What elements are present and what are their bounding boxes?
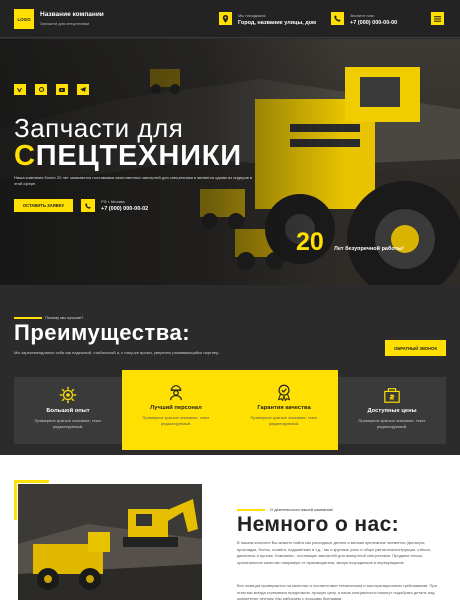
card-text: Примерное краткое описание, текст редакт… xyxy=(34,418,102,429)
card-text: Примерное краткое описание, текст редакт… xyxy=(250,415,318,426)
ok-button[interactable] xyxy=(35,84,47,95)
advantage-card: Доступные цены Примерное краткое описани… xyxy=(338,377,446,444)
ok-icon xyxy=(38,87,44,92)
worker-icon xyxy=(170,385,182,401)
advantages-title: Преимущества: xyxy=(14,320,191,345)
advantages-description: Мы зарекомендовали себя как надежный, ст… xyxy=(14,350,220,355)
card-title: Лучший персонал xyxy=(150,405,202,411)
site-header: LOGO Название компании Запчасти для спец… xyxy=(0,0,460,38)
price-tag-icon xyxy=(384,388,400,403)
phone-icon xyxy=(331,12,344,25)
card-title: Доступные цены xyxy=(367,408,417,414)
vk-button[interactable] xyxy=(14,84,26,95)
about-paragraph: Все позиции проверяются на качество и со… xyxy=(237,583,437,600)
call-city-label: РФ г. Москва xyxy=(101,199,125,204)
card-title: Большой опыт xyxy=(46,408,90,414)
telegram-icon xyxy=(80,87,86,92)
call-phone-icon xyxy=(81,199,95,212)
card-text: Примерное краткое описание, текст редакт… xyxy=(358,418,426,429)
advantage-card: Гарантия качества Примерное краткое опис… xyxy=(230,370,338,450)
leave-request-button[interactable]: ОСТАВИТЬ ЗАЯВКУ xyxy=(14,199,73,212)
logo[interactable]: LOGO xyxy=(14,9,34,29)
card-text: Примерное краткое описание, текст редакт… xyxy=(142,415,210,426)
page: LOGO Название компании Запчасти для спец… xyxy=(0,0,460,600)
phone-label: Звоните нам: xyxy=(350,13,375,18)
vk-icon xyxy=(17,87,22,92)
company-tagline: Запчасти для спецтехники xyxy=(40,21,90,26)
hero-section: Запчасти для СПЕЦТЕХНИКИ Наша компания б… xyxy=(0,39,460,285)
about-excavator-image xyxy=(18,484,202,600)
menu-button[interactable] xyxy=(431,12,444,25)
advantage-card: Лучший персонал Примерное краткое описан… xyxy=(122,370,230,450)
call-phone-number[interactable]: +7 (000) 000-00-02 xyxy=(101,206,148,212)
menu-icon xyxy=(434,15,441,22)
advantage-card: Большой опыт Примерное краткое описание,… xyxy=(14,377,122,444)
years-number: 20 xyxy=(296,228,324,256)
years-text: Лет безупречной работы! xyxy=(334,246,404,252)
hero-title-accent-letter: С xyxy=(14,140,36,172)
telegram-button[interactable] xyxy=(77,84,89,95)
about-title: Немного о нас: xyxy=(237,513,400,536)
hero-title-line2: СПЕЦТЕХНИКИ xyxy=(14,140,242,173)
quality-icon xyxy=(277,384,291,401)
about-kicker-divider xyxy=(237,509,265,511)
phone-value[interactable]: +7 (000) 000-00-00 xyxy=(350,20,397,26)
youtube-button[interactable] xyxy=(56,84,68,95)
location-value: Город, название улицы, дом xyxy=(238,20,317,26)
kicker-divider xyxy=(14,317,42,319)
hero-title-rest: ПЕЦТЕХНИКИ xyxy=(35,140,242,172)
callback-button[interactable]: ОБРАТНЫЙ ЗВОНОК xyxy=(385,340,446,356)
gear-icon xyxy=(59,386,77,404)
card-title: Гарантия качества xyxy=(257,405,311,411)
youtube-icon xyxy=(59,87,65,92)
company-name: Название компании xyxy=(40,11,104,18)
map-pin-icon xyxy=(219,12,232,25)
about-kicker: О деятельности нашей компании! xyxy=(270,507,334,512)
about-paragraph: В нашем каталоге Вы можете найти как рас… xyxy=(237,540,431,565)
hero-description: Наша компания более 20 лет занимается по… xyxy=(14,175,253,186)
location-label: Мы находимся: xyxy=(238,13,267,18)
